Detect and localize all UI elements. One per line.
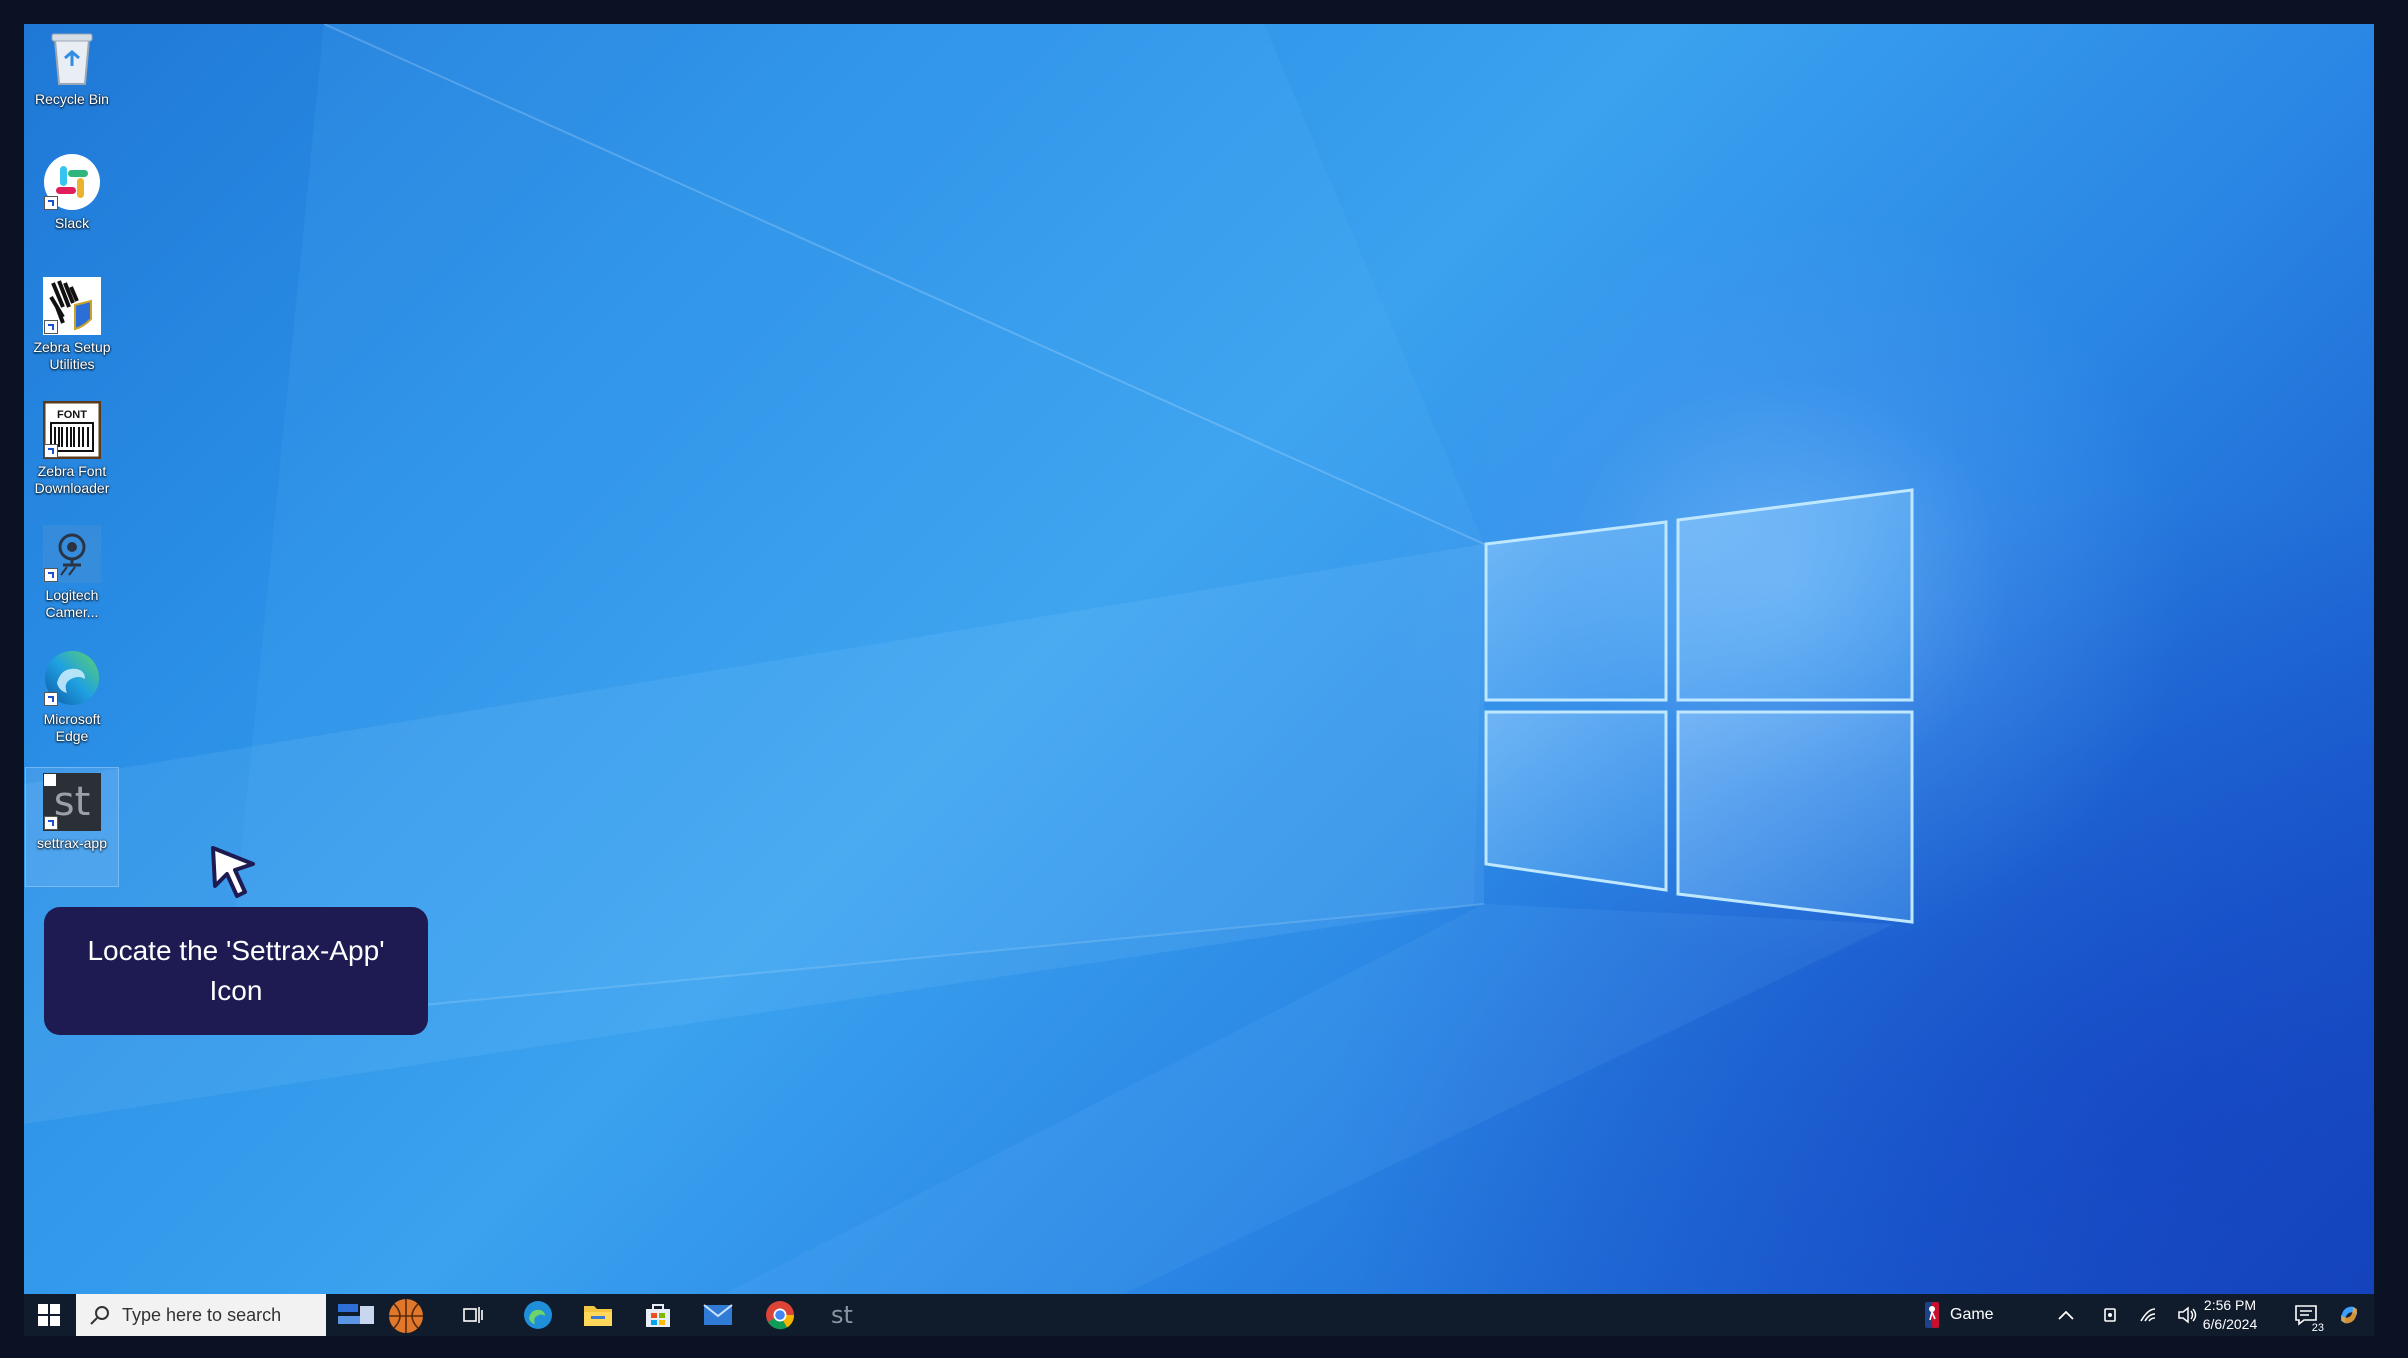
desktop-icon-recycle-bin[interactable]: Recycle Bin bbox=[26, 24, 118, 142]
desktop-icon-label: Zebra Font Downloader bbox=[34, 463, 110, 496]
desktop-icon-label: Recycle Bin bbox=[35, 91, 109, 107]
shortcut-arrow-icon bbox=[44, 444, 58, 458]
desktop-icon-slack[interactable]: Slack bbox=[26, 148, 118, 266]
copilot-button[interactable] bbox=[2332, 1294, 2366, 1336]
taskbar: Type here to search st Game 2:56 PM 6/6/… bbox=[24, 1294, 2374, 1336]
guide-tooltip: Locate the 'Settrax-App' Icon bbox=[44, 907, 428, 1035]
desktop-screen: Recycle Bin Slack Zebra Setup Utilities bbox=[24, 24, 2374, 1336]
taskbar-settrax-app[interactable]: st bbox=[814, 1294, 870, 1336]
file-explorer-icon bbox=[584, 1306, 612, 1326]
show-hidden-icons-button[interactable] bbox=[2050, 1294, 2082, 1336]
zebra-setup-icon bbox=[42, 276, 102, 336]
desktop-icon-logitech-camera[interactable]: Logitech Camer... bbox=[26, 520, 118, 638]
desktop-icon-zebra-setup[interactable]: Zebra Setup Utilities bbox=[26, 272, 118, 390]
mail-icon bbox=[703, 1304, 733, 1325]
copilot-icon bbox=[2341, 1306, 2357, 1324]
taskbar-mail[interactable] bbox=[690, 1294, 746, 1336]
device-icon bbox=[2104, 1308, 2116, 1322]
shortcut-arrow-icon bbox=[44, 196, 58, 210]
logitech-camera-icon bbox=[42, 524, 102, 584]
font-badge-text: FONT bbox=[57, 409, 87, 421]
task-view-icon bbox=[463, 1307, 483, 1323]
notifications-button[interactable]: 23 bbox=[2286, 1294, 2326, 1336]
task-view-button[interactable] bbox=[448, 1294, 500, 1336]
start-button[interactable] bbox=[24, 1294, 74, 1336]
desktop-icon-settrax-app[interactable]: st settrax-app bbox=[25, 767, 119, 887]
desktop-icon-label: Logitech Camer... bbox=[45, 587, 99, 620]
network-icon bbox=[2140, 1308, 2156, 1322]
settrax-app-icon: st bbox=[831, 1301, 853, 1329]
slack-icon bbox=[42, 152, 102, 212]
search-highlights[interactable] bbox=[334, 1294, 434, 1336]
clock-date: 6/6/2024 bbox=[2202, 1316, 2258, 1332]
wallpaper-windows-logo bbox=[24, 24, 1914, 1294]
windows-start-icon bbox=[38, 1304, 60, 1326]
tooltip-text: Locate the 'Settrax-App' Icon bbox=[87, 935, 385, 1006]
mouse-pointer-icon bbox=[211, 846, 255, 898]
settrax-app-icon: st bbox=[42, 772, 102, 832]
game-widget-label: Game bbox=[1950, 1306, 1994, 1323]
nba-logo-icon bbox=[1925, 1302, 1939, 1328]
zebra-font-icon: FONT bbox=[42, 400, 102, 460]
selection-checkbox[interactable] bbox=[44, 774, 56, 786]
shortcut-arrow-icon bbox=[44, 320, 58, 334]
shortcut-arrow-icon bbox=[44, 568, 58, 582]
shortcut-arrow-icon bbox=[44, 692, 58, 706]
desktop-icon-label: Zebra Setup Utilities bbox=[33, 339, 111, 372]
clock-time: 2:56 PM bbox=[2203, 1297, 2257, 1313]
search-highlights-icon bbox=[338, 1299, 423, 1333]
taskbar-edge[interactable] bbox=[510, 1294, 566, 1336]
edge-icon bbox=[524, 1301, 552, 1329]
desktop-icon-zebra-font[interactable]: FONT Zebra Font Downloader bbox=[26, 396, 118, 514]
search-placeholder: Type here to search bbox=[122, 1304, 282, 1325]
taskbar-search-box[interactable]: Type here to search bbox=[76, 1294, 326, 1336]
recycle-bin-icon bbox=[42, 28, 102, 88]
chevron-up-icon bbox=[2058, 1310, 2074, 1320]
desktop-icon-label: Microsoft Edge bbox=[43, 711, 101, 744]
store-icon bbox=[646, 1304, 670, 1327]
notification-count-badge: 23 bbox=[2311, 1322, 2324, 1334]
chrome-icon bbox=[766, 1301, 795, 1330]
taskbar-clock[interactable]: 2:56 PM 6/6/2024 bbox=[2194, 1296, 2266, 1334]
taskbar-chrome[interactable] bbox=[752, 1294, 808, 1336]
desktop-icon-label: Slack bbox=[54, 215, 90, 231]
taskbar-file-explorer[interactable] bbox=[570, 1294, 626, 1336]
network-button[interactable] bbox=[2134, 1294, 2162, 1336]
shortcut-arrow-icon bbox=[44, 816, 58, 830]
meet-now-button[interactable] bbox=[2096, 1294, 2124, 1336]
desktop-icon-label: settrax-app bbox=[36, 835, 108, 851]
edge-icon bbox=[42, 648, 102, 708]
search-icon bbox=[90, 1306, 109, 1325]
taskbar-store[interactable] bbox=[630, 1294, 686, 1336]
desktop-icon-microsoft-edge[interactable]: Microsoft Edge bbox=[26, 644, 118, 762]
